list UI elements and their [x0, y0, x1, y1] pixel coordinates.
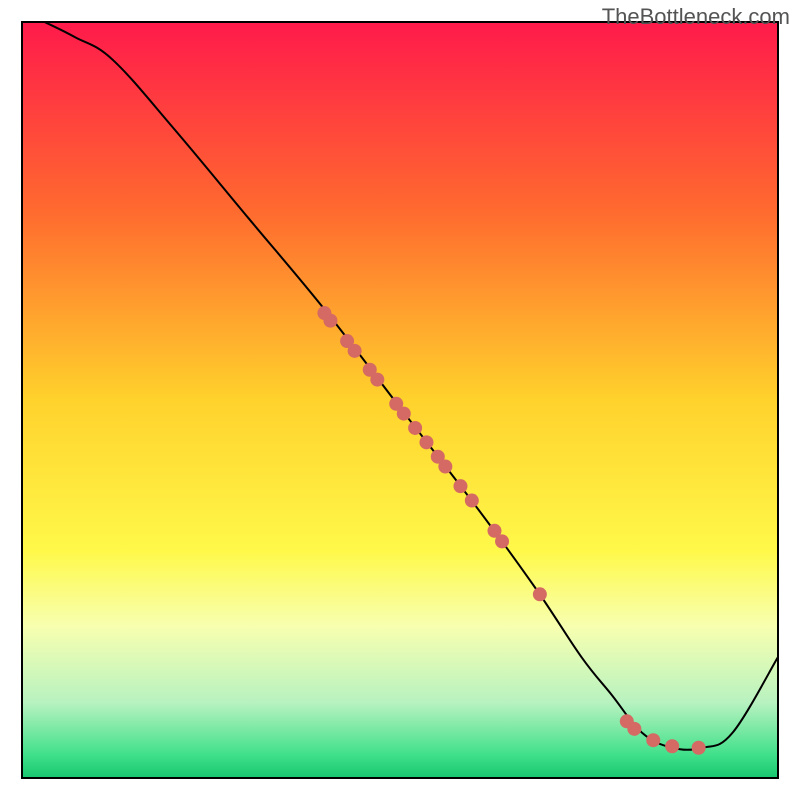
scatter-point — [397, 407, 411, 421]
chart-stage: TheBottleneck.com — [0, 0, 800, 800]
chart-svg — [0, 0, 800, 800]
scatter-point — [665, 739, 679, 753]
watermark-text: TheBottleneck.com — [602, 4, 790, 30]
scatter-point — [323, 314, 337, 328]
scatter-point — [646, 733, 660, 747]
scatter-point — [453, 479, 467, 493]
scatter-point — [419, 435, 433, 449]
scatter-point — [627, 722, 641, 736]
scatter-point — [370, 373, 384, 387]
scatter-point — [348, 344, 362, 358]
scatter-point — [438, 460, 452, 474]
scatter-point — [692, 741, 706, 755]
scatter-point — [408, 421, 422, 435]
scatter-point — [465, 494, 479, 508]
scatter-point — [495, 534, 509, 548]
scatter-point — [533, 587, 547, 601]
